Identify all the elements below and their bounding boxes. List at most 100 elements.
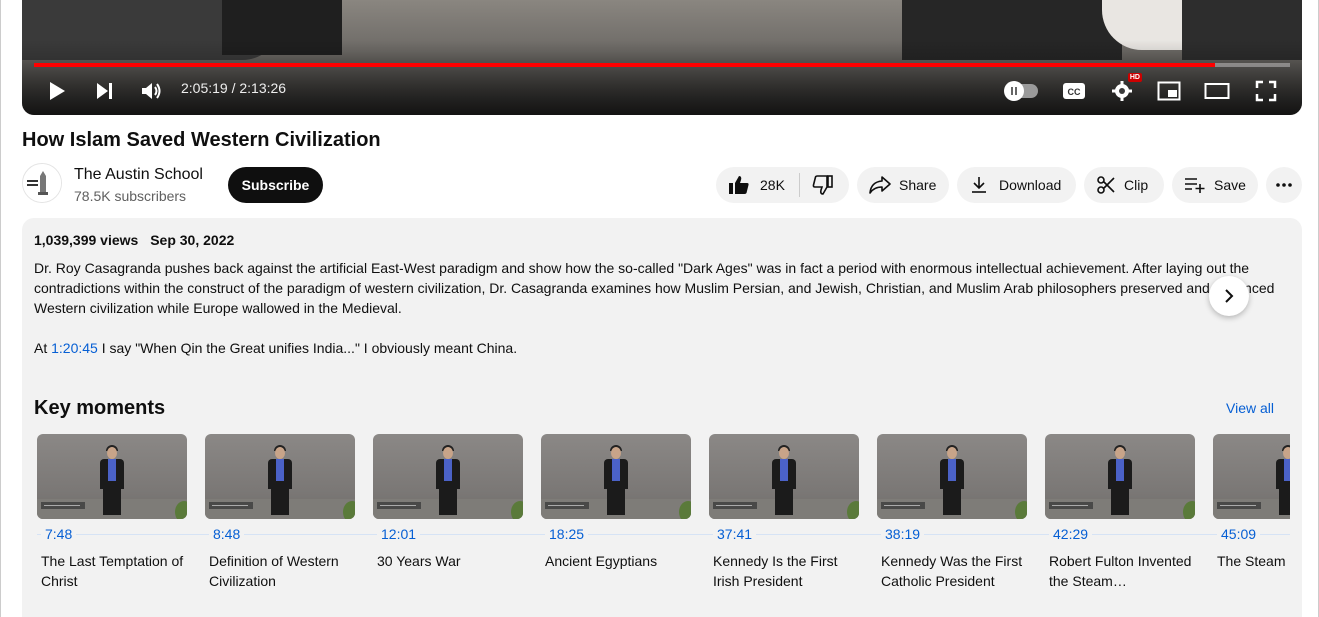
thumbnail-lower-third (713, 502, 757, 509)
channel-avatar[interactable] (22, 163, 62, 203)
key-moment-card[interactable]: 45:09 The Steam Engine (1213, 434, 1290, 569)
like-divider (798, 173, 800, 197)
theater-mode-button[interactable] (1204, 78, 1230, 104)
key-moment-label: Robert Fulton Invented the Steam… (1049, 553, 1192, 589)
miniplayer-button[interactable] (1156, 78, 1182, 104)
watch-page: 2:05:19 / 2:13:26 CC HD How Islam Saved … (0, 0, 1319, 617)
thumbnail-plant (1015, 501, 1027, 519)
key-moment-thumbnail (709, 434, 859, 519)
thumbnail-plant (175, 501, 187, 519)
like-dislike-group: 28K (716, 167, 849, 203)
speaker-shirt (612, 459, 620, 481)
speaker-head (107, 447, 117, 459)
fullscreen-button[interactable] (1253, 78, 1279, 104)
share-label: Share (899, 177, 937, 193)
save-button[interactable]: Save (1172, 167, 1258, 203)
more-horiz-icon (1276, 183, 1292, 187)
pause-icon (1011, 87, 1017, 95)
key-moment-thumbnail (877, 434, 1027, 519)
svg-text:CC: CC (1068, 87, 1081, 97)
like-button[interactable]: 28K (728, 174, 785, 196)
fullscreen-icon (1255, 80, 1277, 102)
subscribe-button[interactable]: Subscribe (228, 167, 323, 203)
speaker-legs (943, 489, 961, 515)
next-button[interactable] (92, 78, 118, 104)
download-label: Download (999, 177, 1062, 193)
channel-name[interactable]: The Austin School (74, 166, 203, 184)
key-moment-label: The Last Temptation of Christ (41, 553, 184, 589)
video-meta: 1,039,399 views Sep 30, 2022 (34, 232, 234, 248)
speaker-shirt (276, 459, 284, 481)
play-button[interactable] (44, 78, 70, 104)
thumbnail-plant (679, 501, 691, 519)
clip-button[interactable]: Clip (1084, 167, 1164, 203)
key-moment-time: 45:09 (1217, 526, 1261, 542)
thumbnail-lower-third (1217, 502, 1261, 509)
thumbs-up-icon (729, 176, 749, 194)
key-moment-time: 38:19 (881, 526, 925, 542)
key-moment-time: 7:48 (41, 526, 77, 542)
note-text: I say "When Qin the Great unifies India.… (101, 340, 518, 356)
thumbnail-plant (343, 501, 355, 519)
speaker-shirt (1116, 459, 1124, 481)
video-player[interactable]: 2:05:19 / 2:13:26 CC HD (22, 0, 1302, 115)
cc-icon: CC (1063, 83, 1085, 99)
key-moment-time: 42:29 (1049, 526, 1093, 542)
share-button[interactable]: Share (857, 167, 949, 203)
speaker-head (611, 447, 621, 459)
thumbnail-lower-third (545, 502, 589, 509)
upload-date: Sep 30, 2022 (150, 232, 235, 248)
speaker-legs (439, 489, 457, 515)
key-moment-time: 18:25 (545, 526, 589, 542)
key-moment-card[interactable]: 38:19 Kennedy Was the First Catholic Pres… (877, 434, 1027, 589)
thumbnail-plant (1183, 501, 1195, 519)
speaker-legs (607, 489, 625, 515)
austin-school-logo (23, 164, 61, 202)
thumbnail-lower-third (377, 502, 421, 509)
captions-button[interactable]: CC (1061, 78, 1087, 104)
speaker-head (443, 447, 453, 459)
autoplay-toggle[interactable] (1004, 81, 1038, 101)
description-text: Dr. Roy Casagranda pushes back against t… (34, 260, 1275, 316)
key-moment-thumbnail (37, 434, 187, 519)
speaker-head (779, 447, 789, 459)
save-label: Save (1214, 177, 1246, 193)
play-icon (50, 82, 65, 100)
key-moment-time: 8:48 (209, 526, 245, 542)
speaker-legs (103, 489, 121, 515)
download-button[interactable]: Download (957, 167, 1076, 203)
description-panel[interactable]: 1,039,399 views Sep 30, 2022 Dr. Roy Cas… (22, 218, 1302, 617)
key-moment-card[interactable]: 37:41 Kennedy Is the First Irish Presiden… (709, 434, 859, 589)
subscriber-count: 78.5K subscribers (74, 188, 187, 204)
key-moment-label: Ancient Egyptians (545, 553, 658, 569)
thumbnail-plant (511, 501, 523, 519)
key-moment-card[interactable]: 18:25 Ancient Egyptians (541, 434, 691, 569)
speaker-shirt (444, 459, 452, 481)
key-moment-card[interactable]: 7:48 The Last Temptation of Christ (37, 434, 187, 589)
progress-bar[interactable] (34, 63, 1290, 67)
view-count: 1,039,399 views (34, 232, 139, 248)
key-moment-thumbnail (205, 434, 355, 519)
clip-label: Clip (1124, 177, 1149, 193)
key-moment-card[interactable]: 42:29 Robert Fulton Invented the Steam… (1045, 434, 1195, 589)
key-moment-card[interactable]: 12:01 30 Years War (373, 434, 523, 569)
timestamp-link[interactable]: 1:20:45 (51, 340, 98, 356)
volume-button[interactable] (139, 78, 165, 104)
thumbnail-plant (847, 501, 859, 519)
more-actions-button[interactable] (1266, 167, 1302, 203)
key-moments-heading: Key moments (34, 397, 166, 419)
carousel-next-button[interactable] (1209, 276, 1249, 316)
key-moment-thumbnail (1045, 434, 1195, 519)
speaker-shirt (780, 459, 788, 481)
dislike-button[interactable] (812, 174, 834, 196)
volume-icon (142, 83, 161, 99)
settings-button[interactable]: HD (1109, 73, 1142, 104)
note-prefix: At (34, 340, 48, 356)
view-all-link[interactable]: View all (1226, 400, 1274, 416)
download-icon (972, 177, 986, 193)
description-note: At 1:20:45 I say "When Qin the Great uni… (34, 338, 517, 358)
key-moment-card[interactable]: 8:48 Definition of Western Civilization (205, 434, 355, 589)
key-moments-carousel: 7:48 The Last Temptation of Christ 8:48 Def… (37, 434, 1290, 614)
thumbnail-lower-third (41, 502, 85, 509)
key-moment-time: 12:01 (377, 526, 421, 542)
